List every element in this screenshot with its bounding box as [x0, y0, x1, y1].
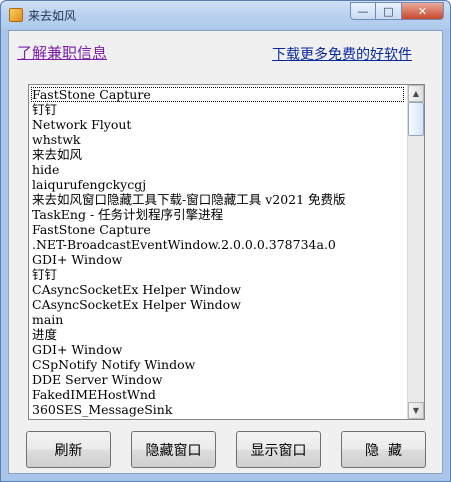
maximize-button[interactable]: □	[376, 2, 402, 20]
hide-button[interactable]: 隐 藏	[341, 431, 426, 468]
scroll-down-button[interactable]: ▼	[408, 402, 424, 419]
more-software-link[interactable]: 下载更多免费的好软件	[272, 44, 412, 64]
minimize-icon: —	[357, 4, 369, 18]
scroll-up-button[interactable]: ▲	[408, 85, 424, 102]
hide-window-button[interactable]: 隐藏窗口	[131, 431, 216, 468]
list-item[interactable]: TaskEng - 任务计划程序引擎进程	[31, 207, 404, 222]
window-list: FastStone Capture 钉钉 Network Flyout whstwk 来…	[31, 87, 404, 419]
scroll-thumb[interactable]	[408, 102, 424, 136]
list-item[interactable]: Network Flyout	[31, 117, 404, 132]
list-item[interactable]: whstwk	[31, 132, 404, 147]
show-window-button[interactable]: 显示窗口	[236, 431, 321, 468]
arrow-down-icon: ▼	[412, 406, 420, 415]
maximize-icon: □	[383, 4, 394, 18]
window-title: 来去如风	[28, 9, 77, 23]
caption-buttons: — □ ✕	[350, 2, 444, 20]
list-item[interactable]: 钉钉	[31, 102, 404, 117]
window-listbox[interactable]: FastStone Capture 钉钉 Network Flyout whstwk 来…	[28, 84, 425, 420]
refresh-button[interactable]: 刷新	[26, 431, 111, 468]
client-area: 了解兼职信息 下载更多免费的好软件 FastStone Capture 钉钉 Net…	[8, 30, 443, 474]
list-item[interactable]: CAsyncSocketEx Helper Window	[31, 297, 404, 312]
list-item[interactable]: hide	[31, 162, 404, 177]
close-icon: ✕	[417, 4, 428, 18]
list-item[interactable]: 钉钉	[31, 267, 404, 282]
list-item[interactable]: FastStone Capture	[31, 222, 404, 237]
list-item[interactable]: .NET-BroadcastEventWindow.2.0.0.0.378734…	[31, 237, 404, 252]
close-button[interactable]: ✕	[402, 2, 444, 20]
app-window: 来去如风 — □ ✕ 了解兼职信息 下载更多免费的好软件 FastStone C…	[0, 0, 451, 482]
list-item[interactable]: GDI+ Window	[31, 252, 404, 267]
list-item[interactable]: DDE Server Window	[31, 372, 404, 387]
list-item[interactable]: FakedIMEHostWnd	[31, 387, 404, 402]
minimize-button[interactable]: —	[350, 2, 376, 20]
list-item[interactable]: 来去如风窗口隐藏工具下载-窗口隐藏工具 v2021 免费版	[31, 192, 404, 207]
list-item[interactable]: CAsyncSocketEx Helper Window	[31, 282, 404, 297]
list-item[interactable]: 来去如风	[31, 147, 404, 162]
vertical-scrollbar[interactable]: ▲ ▼	[407, 85, 424, 419]
list-item[interactable]: GDI+ Window	[31, 342, 404, 357]
app-icon	[9, 8, 23, 22]
parttime-info-link[interactable]: 了解兼职信息	[17, 42, 107, 63]
list-item[interactable]: CSpNotify Notify Window	[31, 357, 404, 372]
title-bar[interactable]: 来去如风 — □ ✕	[1, 1, 450, 29]
list-item[interactable]: main	[31, 312, 404, 327]
list-item[interactable]: 360SES_MessageSink	[31, 402, 404, 417]
arrow-up-icon: ▲	[412, 89, 420, 98]
list-item[interactable]: FastStone Capture	[31, 87, 404, 102]
button-row: 刷新 隐藏窗口 显示窗口 隐 藏	[26, 431, 426, 468]
list-item[interactable]: laiqurufengckycgj	[31, 177, 404, 192]
list-item[interactable]: 进度	[31, 327, 404, 342]
